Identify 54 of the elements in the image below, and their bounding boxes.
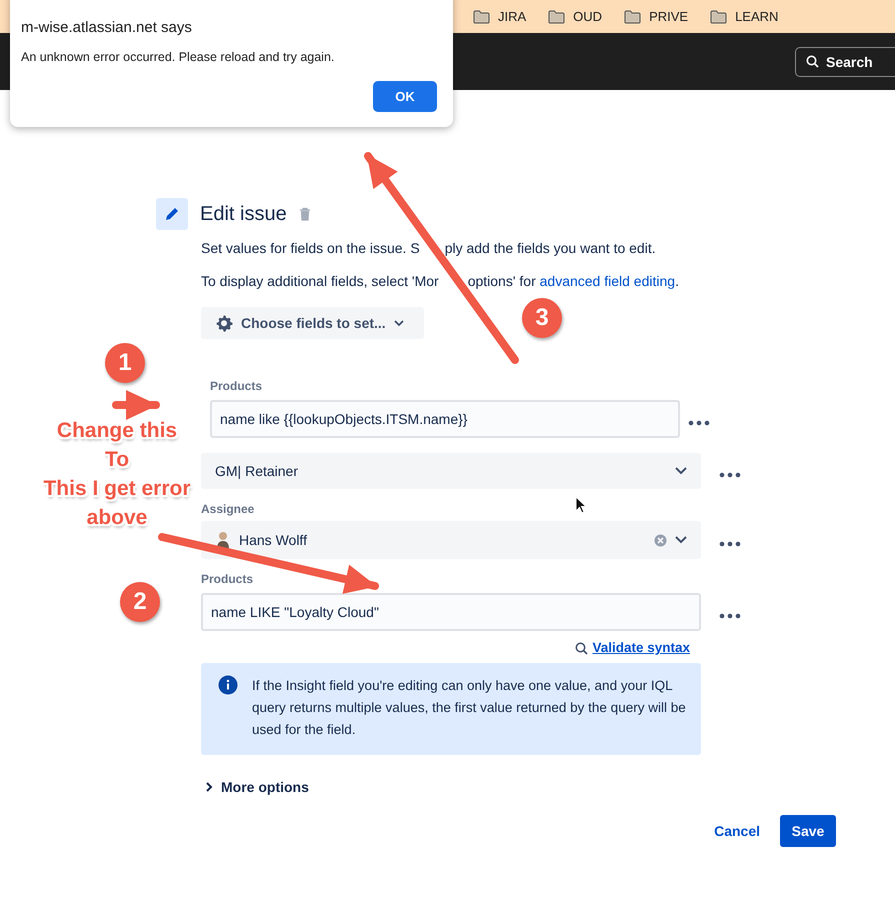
number-badge: 1 bbox=[105, 343, 145, 383]
edit-icon bbox=[156, 198, 188, 230]
chevron-down-icon bbox=[675, 467, 687, 475]
choose-fields-button[interactable]: Choose fields to set... bbox=[201, 307, 424, 339]
avatar-icon bbox=[215, 531, 231, 549]
select-value: GM| Retainer bbox=[215, 463, 299, 479]
hint-text: options' for advanced field editing. bbox=[468, 272, 679, 291]
advanced-field-editing-link[interactable]: advanced field editing bbox=[540, 273, 676, 289]
annotation-text: To bbox=[104, 447, 130, 473]
validate-syntax-link[interactable]: Validate syntax bbox=[575, 639, 690, 657]
bookmark-label[interactable]: JIRA bbox=[498, 9, 526, 24]
cursor-icon bbox=[575, 496, 587, 514]
field-label: Assignee bbox=[201, 501, 254, 517]
folder-icon bbox=[710, 10, 728, 24]
info-text: If the Insight field you're editing can only have one value, and your IQL query returns multiple values, the first value returned by the query will be used for the field. bbox=[252, 677, 687, 739]
search-icon bbox=[575, 642, 588, 654]
section-title: Edit issue bbox=[200, 202, 287, 226]
arrow bbox=[112, 390, 160, 420]
query-field[interactable]: name LIKE "Loyalty Cloud" bbox=[201, 593, 701, 631]
ok-button[interactable]: OK bbox=[373, 81, 437, 112]
folder-icon bbox=[624, 10, 642, 24]
save-button[interactable]: Save bbox=[780, 815, 836, 847]
info-icon bbox=[218, 675, 238, 695]
assignee-field[interactable]: Hans Wolff bbox=[201, 521, 701, 559]
field-label: Products bbox=[210, 378, 262, 394]
chevron-down-icon bbox=[675, 536, 687, 544]
annotation-text: Change this bbox=[56, 418, 178, 444]
select-value: Hans Wolff bbox=[239, 532, 308, 548]
search-icon bbox=[806, 55, 819, 68]
annotation-text: This I get error bbox=[43, 476, 191, 502]
select-field[interactable]: GM| Retainer bbox=[201, 453, 701, 489]
folder-icon bbox=[548, 10, 566, 24]
gear-icon bbox=[215, 314, 233, 332]
hint-text: To display additional fields, select 'Mor bbox=[201, 272, 439, 291]
chevron-down-icon bbox=[394, 320, 404, 326]
field-label: Products bbox=[201, 571, 254, 587]
annotation-text: above bbox=[86, 505, 148, 531]
description-text: ply add the fields you want to edit. bbox=[444, 239, 656, 258]
more-options-toggle[interactable]: More options bbox=[201, 779, 309, 795]
cancel-button[interactable]: Cancel bbox=[708, 822, 766, 840]
description-text: Set values for fields on the issue. S bbox=[201, 239, 420, 258]
folder-icon bbox=[473, 10, 490, 24]
query-field[interactable]: name like {{lookupObjects.ITSM.name}} bbox=[210, 400, 680, 438]
dialog-title: m-wise.atlassian.net says bbox=[21, 18, 193, 38]
bookmark-label[interactable]: LEARN bbox=[735, 9, 778, 24]
bookmark-label[interactable]: OUD bbox=[573, 9, 602, 24]
clear-icon bbox=[654, 534, 667, 546]
trash-icon bbox=[298, 207, 311, 221]
number-badge: 3 bbox=[522, 298, 562, 338]
dialog-message: An unknown error occurred. Please reload and try again. bbox=[21, 49, 336, 65]
search-placeholder: Search bbox=[826, 54, 873, 70]
number-badge: 2 bbox=[120, 582, 160, 622]
bookmark-label[interactable]: PRIVE bbox=[649, 9, 688, 24]
search-field[interactable]: Search bbox=[795, 46, 895, 76]
